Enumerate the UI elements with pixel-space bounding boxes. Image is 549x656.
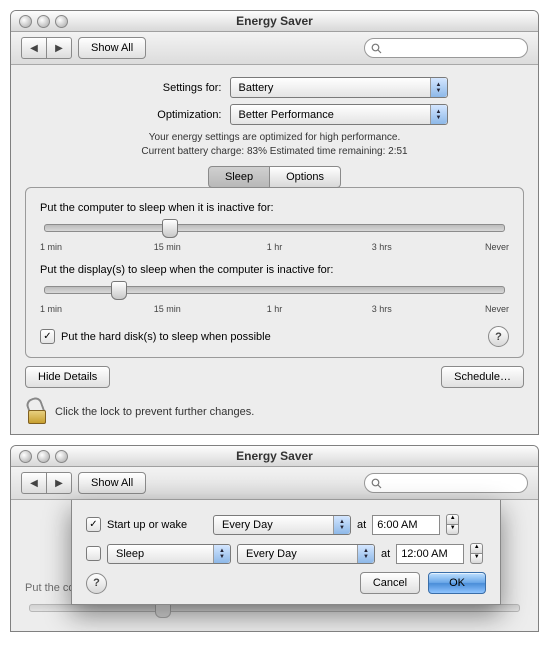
titlebar: Energy Saver [11,11,538,32]
startup-label: Start up or wake [107,519,207,531]
settings-for-label: Settings for: [102,82,222,94]
search-field[interactable] [364,473,528,493]
optimization-value: Better Performance [239,109,334,121]
settings-for-value: Battery [239,82,274,94]
cancel-button[interactable]: Cancel [360,572,420,594]
optimization-label: Optimization: [102,109,222,121]
optimization-popup[interactable]: Better Performance ▲▼ [230,104,448,125]
lock-icon[interactable] [25,400,47,424]
popup-arrows-icon: ▲▼ [430,105,447,124]
display-sleep-label: Put the display(s) to sleep when the com… [40,264,509,276]
computer-sleep-thumb[interactable] [162,219,178,238]
schedule-button[interactable]: Schedule… [441,366,524,388]
startup-time-stepper[interactable]: ▲▼ [446,514,459,535]
sleep-action-popup[interactable]: Sleep ▲▼ [107,544,231,564]
popup-arrows-icon: ▲▼ [430,78,447,97]
zoom-traffic-light[interactable] [55,450,68,463]
sleep-panel: Put the computer to sleep when it is ina… [25,187,524,358]
forward-button[interactable]: ▶ [46,37,72,59]
sleep-checkbox[interactable] [86,546,101,561]
popup-arrows-icon: ▲▼ [357,545,374,563]
computer-sleep-slider-bg [29,604,520,612]
minimize-traffic-light[interactable] [37,450,50,463]
disk-sleep-label: Put the hard disk(s) to sleep when possi… [61,331,271,343]
window-title: Energy Saver [11,14,538,28]
display-sleep-thumb[interactable] [111,281,127,300]
back-button[interactable]: ◀ [21,472,46,494]
search-input[interactable] [386,476,521,490]
computer-sleep-ticks: 1 min 15 min 1 hr 3 hrs Never [40,242,509,252]
disk-sleep-checkbox[interactable]: ✓ [40,329,55,344]
window-title: Energy Saver [11,449,538,463]
search-field[interactable] [364,38,528,58]
startup-day-popup[interactable]: Every Day ▲▼ [213,515,351,535]
ok-button[interactable]: OK [428,572,486,594]
status-text: Your energy settings are optimized for h… [25,131,524,158]
tab-options[interactable]: Options [270,166,341,188]
startup-checkbox[interactable]: ✓ [86,517,101,532]
at-label: at [381,548,390,560]
help-button[interactable]: ? [488,326,509,347]
toolbar: ◀ ▶ Show All [11,467,538,500]
close-traffic-light[interactable] [19,450,32,463]
sleep-time-field[interactable]: 12:00 AM [396,544,464,564]
zoom-traffic-light[interactable] [55,15,68,28]
show-all-button[interactable]: Show All [78,37,146,59]
close-traffic-light[interactable] [19,15,32,28]
computer-sleep-slider[interactable] [44,224,505,232]
at-label: at [357,519,366,531]
energy-saver-window: Energy Saver ◀ ▶ Show All Settings for: … [10,10,539,435]
search-icon [371,43,382,54]
display-sleep-ticks: 1 min 15 min 1 hr 3 hrs Never [40,304,509,314]
forward-button[interactable]: ▶ [46,472,72,494]
search-input[interactable] [386,41,521,55]
back-button[interactable]: ◀ [21,37,46,59]
tab-sleep[interactable]: Sleep [208,166,270,188]
popup-arrows-icon: ▲▼ [333,516,350,534]
toolbar: ◀ ▶ Show All [11,32,538,65]
lock-text: Click the lock to prevent further change… [55,406,254,418]
hide-details-button[interactable]: Hide Details [25,366,110,388]
sleep-day-popup[interactable]: Every Day ▲▼ [237,544,375,564]
display-sleep-slider[interactable] [44,286,505,294]
computer-sleep-label: Put the computer to sleep when it is ina… [40,202,509,214]
minimize-traffic-light[interactable] [37,15,50,28]
show-all-button[interactable]: Show All [78,472,146,494]
energy-saver-window-schedule: Energy Saver ◀ ▶ Show All Put the comput… [10,445,539,632]
settings-for-popup[interactable]: Battery ▲▼ [230,77,448,98]
help-button[interactable]: ? [86,573,107,594]
titlebar: Energy Saver [11,446,538,467]
startup-time-field[interactable]: 6:00 AM [372,515,440,535]
schedule-sheet: ✓ Start up or wake Every Day ▲▼ at 6:00 … [71,500,501,605]
popup-arrows-icon: ▲▼ [213,545,230,563]
search-icon [371,478,382,489]
sleep-time-stepper[interactable]: ▲▼ [470,543,483,564]
